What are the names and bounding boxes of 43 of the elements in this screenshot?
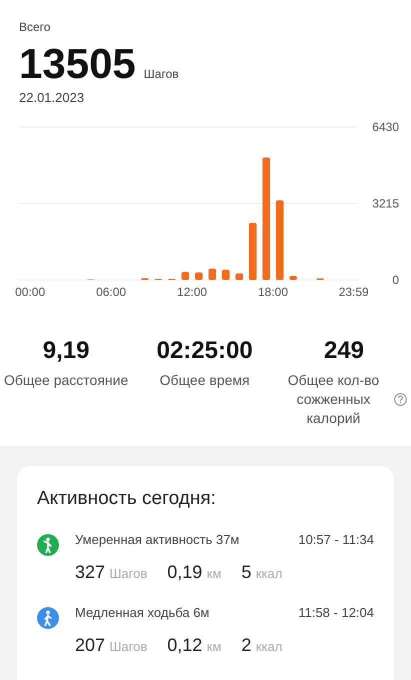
steps-unit: Шагов [144, 67, 179, 81]
total-value: 9,19 [42, 337, 90, 365]
calories-value: 5 [241, 562, 252, 582]
calories-unit: ккал [256, 638, 282, 654]
axis-label: 0 [392, 273, 399, 287]
axis-label: 12:00 [177, 285, 208, 299]
date-label: 22.01.2023 [19, 90, 86, 105]
steps-count: 13505 [19, 40, 136, 88]
calories-value: 2 [241, 634, 252, 655]
steps-value: 327 [75, 562, 106, 582]
chart-bar [222, 270, 230, 280]
steps-unit: Шагов [110, 566, 148, 581]
chart-bar [182, 272, 190, 280]
chart-bar [195, 272, 203, 280]
total-value: 249 [324, 337, 364, 365]
total-label: Общее время [160, 371, 250, 390]
total-value: 02:25:00 [156, 337, 253, 365]
axis-label: 6430 [372, 120, 399, 134]
distance-unit: км [206, 638, 222, 654]
total-label: Общее кол-во сожженных калорий [286, 371, 380, 428]
axis-label: 23:59 [338, 285, 369, 299]
distance-unit: км [206, 566, 222, 581]
steps-unit: Шагов [110, 638, 148, 654]
activity-time: 10:57 - 11:34 [298, 532, 374, 549]
activity-name: Умеренная активность 37м [75, 532, 240, 549]
distance-value: 0,12 [167, 634, 202, 655]
axis-label: 18:00 [258, 285, 288, 299]
distance-value: 0,19 [167, 562, 202, 582]
chart-bar [289, 276, 298, 280]
axis-label: 06:00 [96, 285, 126, 299]
activity-name: Медленная ходьба 6м [75, 604, 210, 622]
axis-label: 00:00 [15, 285, 46, 299]
card-title: Активность сегодня: [37, 488, 217, 510]
calories-unit: ккал [256, 566, 282, 581]
total-label: Общее расстояние [4, 371, 128, 390]
chart-bar [236, 273, 244, 280]
total-label: Всего [19, 20, 52, 34]
axis-label: 3215 [372, 196, 399, 210]
chart-bar [208, 268, 216, 280]
steps-value: 207 [75, 634, 106, 655]
activity-time: 11:58 - 12:04 [298, 604, 374, 622]
chart-bar [248, 222, 257, 280]
help-icon[interactable] [394, 392, 407, 406]
